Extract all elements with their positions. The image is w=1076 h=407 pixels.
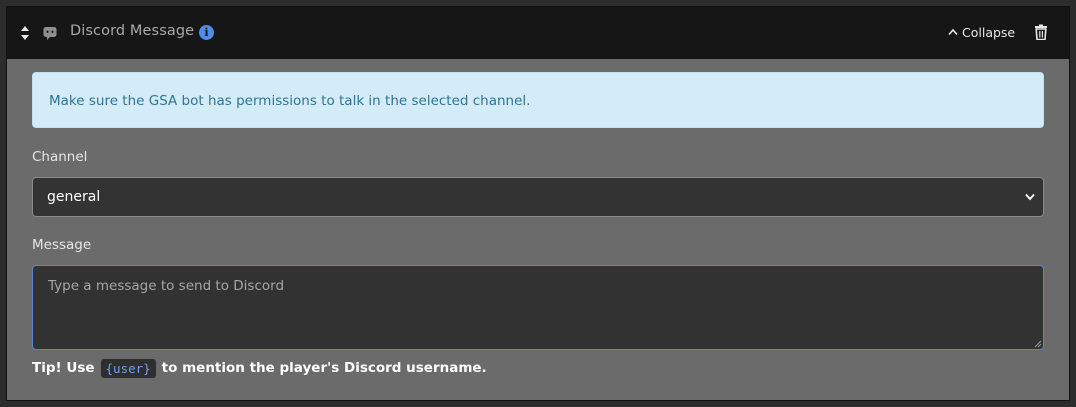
resize-handle-icon[interactable] xyxy=(1034,340,1042,348)
message-textarea[interactable] xyxy=(32,265,1044,350)
chevron-down-icon xyxy=(1025,193,1035,201)
chevron-up-icon xyxy=(948,28,958,36)
tip-suffix: to mention the player's Discord username… xyxy=(161,360,487,376)
card-title: Discord Message xyxy=(70,23,195,39)
channel-label: Channel xyxy=(32,149,88,165)
collapse-button[interactable]: Collapse xyxy=(948,22,1015,42)
message-label: Message xyxy=(32,237,92,253)
card-header: Discord Message i Collapse xyxy=(7,7,1069,59)
trash-icon[interactable] xyxy=(1034,24,1048,40)
discord-message-card: Discord Message i Collapse Make sure the… xyxy=(6,6,1070,401)
user-placeholder-code: {user} xyxy=(100,358,156,378)
discord-icon xyxy=(43,27,57,40)
permissions-alert: Make sure the GSA bot has permissions to… xyxy=(32,72,1044,128)
channel-select[interactable]: general xyxy=(32,177,1044,217)
tip-prefix: Tip! Use xyxy=(32,360,95,376)
collapse-label: Collapse xyxy=(962,24,1016,40)
sort-icon[interactable] xyxy=(20,25,30,41)
info-icon[interactable]: i xyxy=(199,25,214,40)
channel-selected-value: general xyxy=(47,189,101,205)
mention-tip: Tip! Use {user} to mention the player's … xyxy=(32,357,487,379)
